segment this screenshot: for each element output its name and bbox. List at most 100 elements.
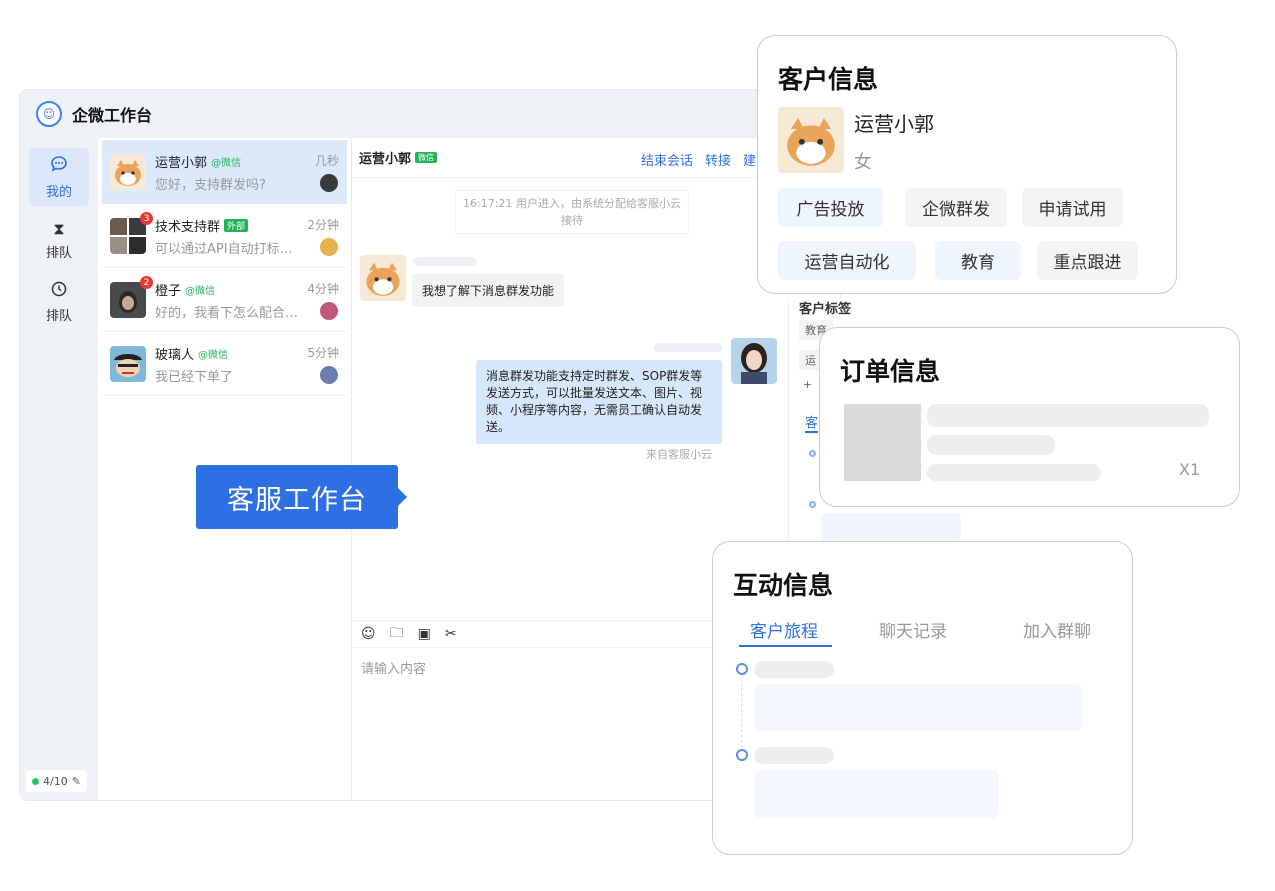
clock-icon	[51, 281, 67, 301]
tab-fragment[interactable]: 客	[805, 412, 819, 433]
feature-callout: 客服工作台	[196, 465, 407, 529]
wechat-tag: 微信	[415, 152, 438, 163]
conversation-name: 橙子	[155, 284, 182, 299]
customer-tag[interactable]: 广告投放	[778, 188, 883, 227]
emoji-icon[interactable]: ☺	[361, 626, 376, 642]
conversation-preview: 我已经下单了	[155, 370, 234, 385]
sender-placeholder	[654, 343, 722, 352]
agent-avatar	[320, 302, 338, 320]
conversation-time: 5分钟	[307, 346, 339, 360]
timeline-line	[741, 678, 742, 758]
timeline-placeholder	[821, 513, 961, 543]
timeline-node-icon	[809, 450, 816, 457]
unread-badge: 2	[140, 276, 153, 289]
avatar	[110, 346, 146, 382]
online-status[interactable]: 4/10 ✎	[26, 770, 87, 792]
product-spec-placeholder	[927, 435, 1055, 455]
card-title: 客户信息	[778, 65, 879, 94]
timeline-title-placeholder	[754, 747, 834, 764]
customer-info-card: 客户信息 运营小郭 女 广告投放 企微群发 申请试用 运营自动化 教育 重点跟进	[757, 35, 1177, 294]
unread-badge: 3	[140, 212, 153, 225]
nav-rail: 我的 ⧗ 排队 排队 4/10 ✎	[20, 138, 98, 800]
card-title: 订单信息	[840, 357, 941, 386]
order-quantity: X1	[1179, 460, 1201, 479]
customer-tag[interactable]: 教育	[935, 241, 1021, 280]
tab-customer-journey[interactable]: 客户旅程	[750, 617, 818, 642]
image-icon[interactable]: ▣	[418, 626, 431, 642]
source-tag: @微信	[198, 350, 229, 361]
source-tag: @微信	[185, 286, 216, 297]
system-message: 16:17:21 用户进入，由系统分配给客服小云接待	[455, 190, 689, 234]
transfer-button[interactable]: 转接	[705, 150, 731, 169]
rail-item-queue-history[interactable]: 排队	[29, 273, 89, 331]
customer-tag[interactable]: 申请试用	[1022, 188, 1123, 227]
sender-placeholder	[413, 257, 477, 266]
customer-tag[interactable]: 重点跟进	[1037, 241, 1138, 280]
conversation-time: 几秒	[314, 154, 339, 168]
message-input[interactable]: 请输入内容	[361, 658, 426, 677]
agent-avatar-large	[731, 338, 777, 384]
tab-chat-history[interactable]: 聊天记录	[879, 617, 947, 642]
timeline-content-placeholder	[754, 684, 1082, 731]
conversation-time: 4分钟	[307, 282, 339, 296]
conversation-name: 玻璃人	[155, 348, 195, 363]
avatar	[110, 154, 146, 190]
tags-section-title: 客户标签	[799, 302, 852, 317]
rail-label: 我的	[45, 184, 72, 200]
customer-gender: 女	[854, 152, 872, 173]
app-logo-icon: ☺	[36, 101, 62, 127]
timeline-node-icon	[736, 749, 748, 761]
capacity-count: 4/10	[43, 774, 68, 788]
customer-tag[interactable]: 运营自动化	[778, 241, 916, 280]
conversation-preview: 可以通过API自动打标…	[155, 242, 293, 257]
timeline-node-icon	[736, 663, 748, 675]
chat-bubble-icon	[50, 155, 68, 177]
folder-icon[interactable]: 🗀	[390, 622, 404, 646]
title-bar: ☺ 企微工作台	[20, 90, 840, 138]
timeline-content-placeholder	[754, 770, 999, 818]
rail-item-mine[interactable]: 我的	[29, 148, 89, 206]
agent-avatar	[320, 174, 338, 192]
conversation-time: 2分钟	[307, 218, 339, 232]
end-session-button[interactable]: 结束会话	[641, 150, 693, 169]
product-price-placeholder	[927, 464, 1101, 481]
add-tag-button[interactable]: +	[803, 378, 812, 391]
list-item[interactable]: 2 橙子 @微信 好的，我看下怎么配合… 4分钟	[102, 268, 347, 332]
external-tag: 外部	[224, 219, 249, 232]
list-item[interactable]: 玻璃人 @微信 我已经下单了 5分钟	[102, 332, 347, 396]
outgoing-message: 消息群发功能支持定时群发、SOP群发等发送方式，可以批量发送文本、图片、视频、小…	[476, 360, 722, 444]
create-button[interactable]: 建	[743, 150, 756, 169]
incoming-message: 我想了解下消息群发功能	[412, 274, 565, 307]
timeline-title-placeholder	[754, 661, 834, 678]
hourglass-icon: ⧗	[53, 218, 65, 238]
timeline-node-icon	[809, 501, 816, 508]
conversation-preview: 好的，我看下怎么配合…	[155, 306, 299, 321]
rail-label: 排队	[45, 308, 72, 324]
conversation-preview: 您好，支持群发吗?	[155, 178, 266, 193]
conversation-name: 运营小郭	[155, 156, 208, 171]
online-dot-icon	[32, 777, 39, 785]
card-title: 互动信息	[733, 571, 834, 600]
interaction-info-card: 互动信息 客户旅程 聊天记录 加入群聊	[712, 541, 1133, 855]
rail-item-queue[interactable]: ⧗ 排队	[29, 211, 89, 269]
chat-contact-name: 运营小郭	[359, 152, 412, 167]
sender-label: 来自客服小云	[646, 448, 712, 461]
product-image-placeholder	[844, 404, 921, 481]
list-item[interactable]: 运营小郭 @微信 您好，支持群发吗? 几秒	[102, 140, 347, 204]
customer-avatar	[360, 255, 406, 301]
active-tab-indicator	[739, 645, 832, 647]
edit-icon[interactable]: ✎	[72, 775, 81, 788]
scissors-icon[interactable]: ✂	[445, 626, 457, 642]
order-info-card: 订单信息 X1	[819, 327, 1240, 507]
avatar	[110, 282, 146, 318]
app-title: 企微工作台	[72, 106, 153, 125]
rail-label: 排队	[45, 245, 72, 261]
list-item[interactable]: 3 技术支持群 外部 可以通过API自动打标… 2分钟	[102, 204, 347, 268]
agent-avatar	[320, 238, 338, 256]
customer-name: 运营小郭	[854, 112, 934, 136]
customer-tag[interactable]: 企微群发	[905, 188, 1007, 227]
group-avatar	[110, 218, 146, 254]
source-tag: @微信	[211, 158, 242, 169]
customer-avatar	[778, 107, 844, 173]
tab-joined-groups[interactable]: 加入群聊	[1023, 617, 1091, 642]
